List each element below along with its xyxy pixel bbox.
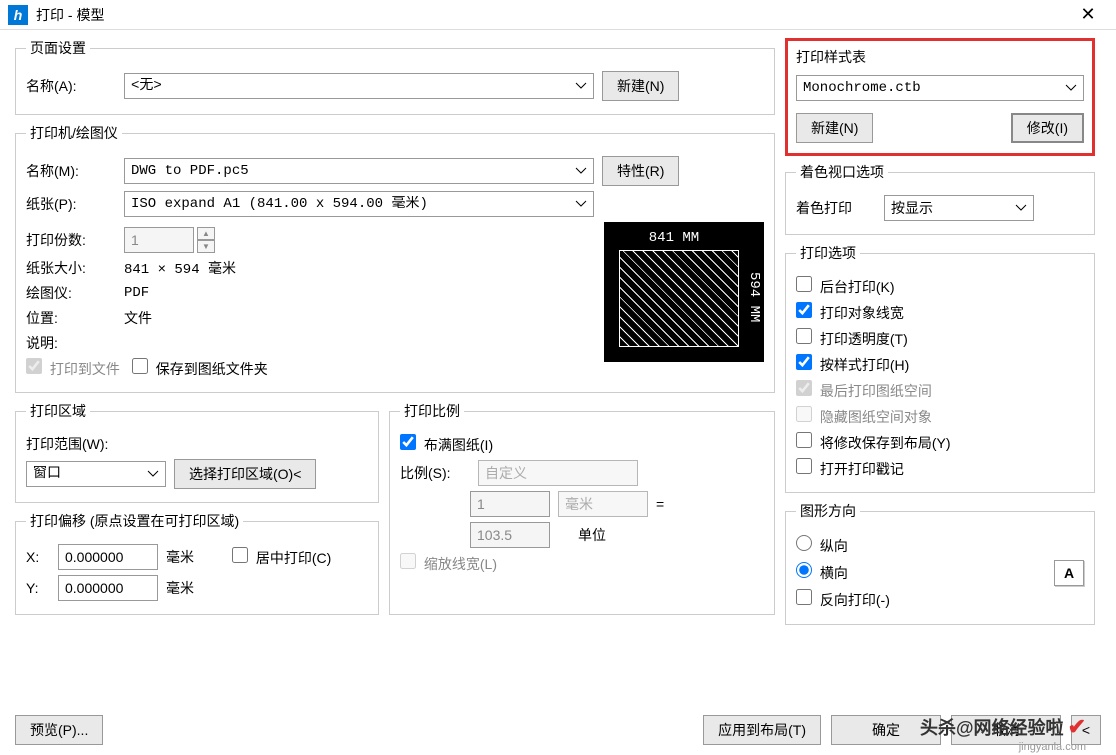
offset-y-label: Y: [26,580,50,596]
page-setup-new-button[interactable]: 新建(N) [602,71,679,101]
shade-viewport-group: 着色视口选项 着色打印 按显示 [785,162,1095,235]
page-setup-name-label: 名称(A): [26,76,116,96]
save-to-folder-checkbox[interactable]: 保存到图纸文件夹 [132,358,268,379]
offset-y-input[interactable] [58,575,158,601]
pick-area-button[interactable]: 选择打印区域(O)< [174,459,316,489]
ok-button[interactable]: 确定 [831,715,941,745]
copies-down-button: ▼ [197,240,215,253]
copies-up-button: ▲ [197,227,215,240]
printer-group: 打印机/绘图仪 名称(M): DWG to PDF.pc5 特性(R) 纸张(P… [15,123,775,393]
reverse-print-checkbox[interactable]: 反向打印(-) [796,589,890,610]
print-offset-group: 打印偏移 (原点设置在可打印区域) X: 毫米 居中打印(C) Y: 毫米 [15,511,379,615]
copies-label: 打印份数: [26,230,116,250]
printer-name-label: 名称(M): [26,161,116,181]
preview-dim-right: 594 MM [746,247,762,347]
desc-label: 说明: [26,333,116,353]
print-option-4: 最后打印图纸空间 [796,380,932,401]
print-scale-legend: 打印比例 [400,401,464,421]
print-option-2[interactable]: 打印透明度(T) [796,328,908,349]
print-options-group: 打印选项 后台打印(K) 打印对象线宽 打印透明度(T) 按样式打印(H) 最后… [785,243,1095,493]
center-print-checkbox[interactable]: 居中打印(C) [232,547,331,568]
page-setup-group: 页面设置 名称(A): <无> 新建(N) [15,38,775,115]
print-range-label: 打印范围(W): [26,434,108,454]
paper-preview: 841 MM 594 MM [604,222,764,362]
style-table-select[interactable]: Monochrome.ctb [796,75,1084,101]
paper-size-value: 841 × 594 毫米 [124,258,236,278]
window-title: 打印 - 模型 [36,5,1068,25]
scale-equals: = [656,496,664,512]
print-option-3[interactable]: 按样式打印(H) [796,354,909,375]
printer-name-select[interactable]: DWG to PDF.pc5 [124,158,594,184]
scale-lineweight-checkbox: 缩放线宽(L) [400,553,497,574]
print-option-0[interactable]: 后台打印(K) [796,276,895,297]
scale-label: 比例(S): [400,463,470,483]
style-table-edit-button[interactable]: 修改(I) [1011,113,1084,143]
orientation-group: 图形方向 纵向 横向 反向打印(-) A [785,501,1095,625]
app-icon: h [8,5,28,25]
page-setup-name-select[interactable]: <无> [124,73,594,99]
style-table-legend: 打印样式表 [796,47,1084,67]
print-offset-legend: 打印偏移 (原点设置在可打印区域) [26,511,243,531]
printer-legend: 打印机/绘图仪 [26,123,122,143]
titlebar: h 打印 - 模型 ✕ [0,0,1116,30]
shade-print-select[interactable]: 按显示 [884,195,1034,221]
offset-y-unit: 毫米 [166,578,194,598]
print-option-6[interactable]: 将修改保存到布局(Y) [796,432,951,453]
page-setup-legend: 页面设置 [26,38,90,58]
scale-unit-label: 单位 [578,525,606,545]
expand-button[interactable]: < [1071,715,1101,745]
printer-props-button[interactable]: 特性(R) [602,156,679,186]
landscape-radio[interactable]: 横向 [796,562,848,583]
shade-print-label: 着色打印 [796,198,876,218]
orientation-icon: A [1054,560,1084,586]
offset-x-label: X: [26,549,50,565]
where-label: 位置: [26,308,116,328]
preview-hatch [619,250,739,347]
offset-x-input[interactable] [58,544,158,570]
apply-to-layout-button[interactable]: 应用到布局(T) [703,715,821,745]
orientation-legend: 图形方向 [796,501,860,521]
print-option-1[interactable]: 打印对象线宽 [796,302,904,323]
shade-viewport-legend: 着色视口选项 [796,162,888,182]
scale-select: 自定义 [478,460,638,486]
print-area-group: 打印区域 打印范围(W): 窗口 选择打印区域(O)< [15,401,379,503]
print-area-legend: 打印区域 [26,401,90,421]
print-range-select[interactable]: 窗口 [26,461,166,487]
portrait-radio[interactable]: 纵向 [796,535,848,556]
close-button[interactable]: ✕ [1068,4,1108,25]
style-table-highlight: 打印样式表 Monochrome.ctb 新建(N) 修改(I) [785,38,1095,156]
footer: 预览(P)... 应用到布局(T) 确定 取消 < [0,715,1116,755]
fit-to-paper-checkbox[interactable]: 布满图纸(I) [400,434,493,455]
scale-num-input [470,491,550,517]
paper-size-label: 纸张大小: [26,258,116,278]
print-option-7[interactable]: 打开打印戳记 [796,458,904,479]
paper-label: 纸张(P): [26,194,116,214]
offset-x-unit: 毫米 [166,547,194,567]
print-scale-group: 打印比例 布满图纸(I) 比例(S): 自定义 毫米 = [389,401,775,615]
print-option-5: 隐藏图纸空间对象 [796,406,932,427]
print-to-file-checkbox: 打印到文件 [26,358,120,379]
style-table-new-button[interactable]: 新建(N) [796,113,873,143]
plotter-label: 绘图仪: [26,283,116,303]
where-value: 文件 [124,308,152,328]
preview-button[interactable]: 预览(P)... [15,715,103,745]
print-options-legend: 打印选项 [796,243,860,263]
preview-dim-top: 841 MM [604,230,744,246]
scale-denom-input [470,522,550,548]
plotter-value: PDF [124,285,149,301]
cancel-button[interactable]: 取消 [951,715,1061,745]
scale-unit-select: 毫米 [558,491,648,517]
paper-select[interactable]: ISO expand A1 (841.00 x 594.00 毫米) [124,191,594,217]
copies-input [124,227,194,253]
